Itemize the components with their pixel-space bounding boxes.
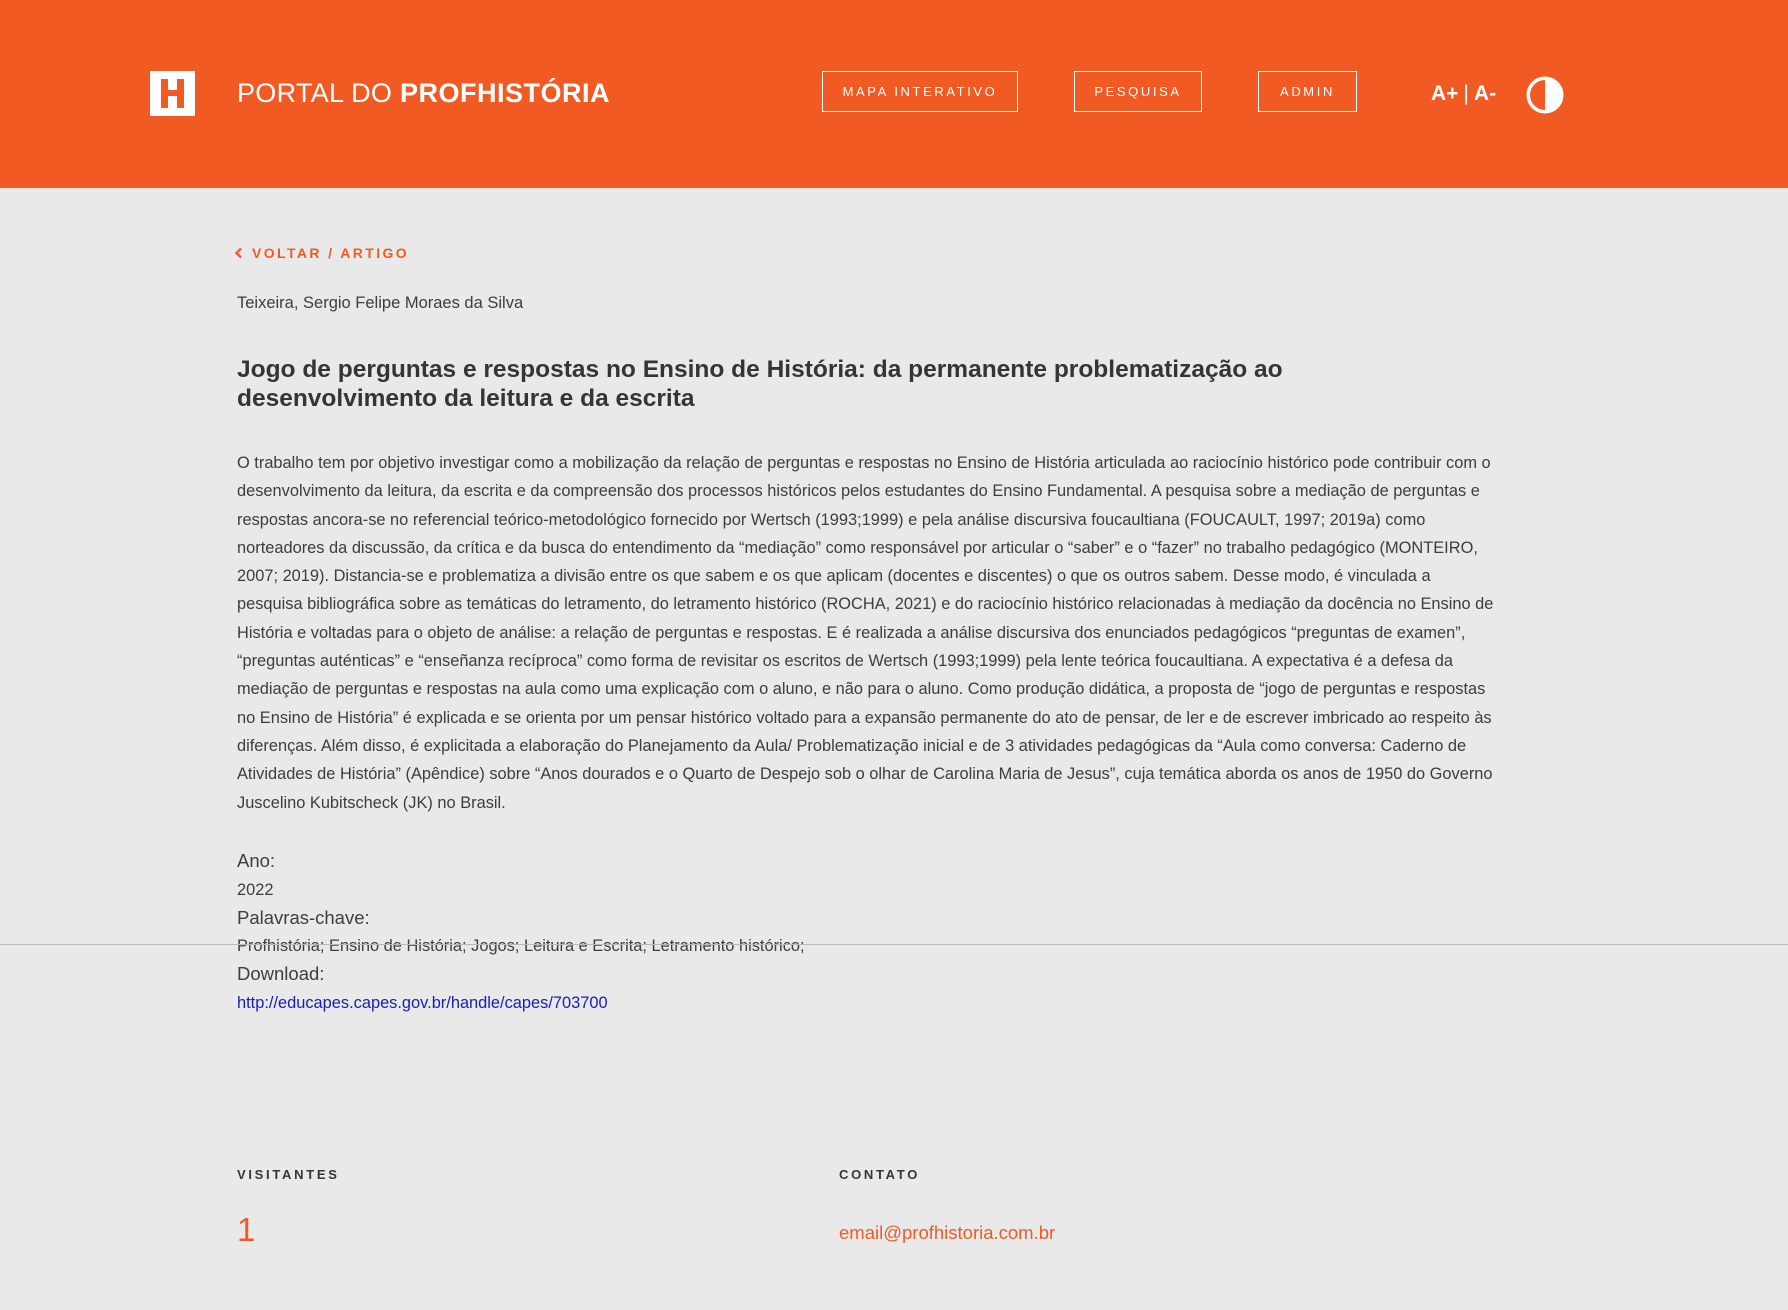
logo-text-light: PORTAL DO: [237, 78, 401, 108]
year-value: 2022: [237, 881, 274, 899]
keywords-value: Profhistória; Ensino de História; Jogos;…: [237, 937, 805, 955]
download-link[interactable]: http://educapes.capes.gov.br/handle/cape…: [237, 994, 608, 1012]
logo-h-icon[interactable]: [150, 71, 195, 116]
site-logo-text[interactable]: PORTAL DO PROFHISTÓRIA: [237, 76, 610, 110]
chevron-left-icon: [234, 247, 242, 259]
download-label: Download:: [237, 963, 325, 984]
logo-text-bold: PROFHISTÓRIA: [400, 78, 611, 108]
visitors-count: 1: [237, 1211, 256, 1248]
contrast-icon[interactable]: [1525, 75, 1565, 115]
back-link-label: VOLTAR / ARTIGO: [252, 245, 410, 261]
back-link[interactable]: VOLTAR / ARTIGO: [234, 243, 409, 263]
font-size-separator: |: [1463, 82, 1469, 105]
nav-mapa-interativo-button[interactable]: MAPA INTERATIVO: [822, 71, 1018, 112]
article-author: Teixeira, Sergio Felipe Moraes da Silva: [237, 294, 524, 312]
keywords-label: Palavras-chave:: [237, 907, 370, 928]
visitors-heading: VISITANTES: [237, 1167, 340, 1182]
site-header: PORTAL DO PROFHISTÓRIA MAPA INTERATIVO P…: [0, 0, 1788, 188]
article-title: Jogo de perguntas e respostas no Ensino …: [237, 356, 1283, 412]
contact-heading: CONTATO: [839, 1167, 921, 1182]
download-link-row: http://educapes.capes.gov.br/handle/cape…: [237, 991, 608, 1015]
font-increase-button[interactable]: A+: [1431, 82, 1458, 106]
nav-pesquisa-button[interactable]: PESQUISA: [1074, 71, 1202, 112]
divider: [0, 944, 1788, 945]
year-label: Ano:: [237, 850, 276, 871]
contact-email-link[interactable]: email@profhistoria.com.br: [839, 1221, 1055, 1245]
font-size-controls: A+ | A-: [1431, 80, 1496, 108]
font-decrease-button[interactable]: A-: [1474, 82, 1496, 106]
nav-admin-button[interactable]: ADMIN: [1258, 71, 1357, 112]
article-abstract: O trabalho tem por objetivo investigar c…: [237, 454, 1494, 812]
